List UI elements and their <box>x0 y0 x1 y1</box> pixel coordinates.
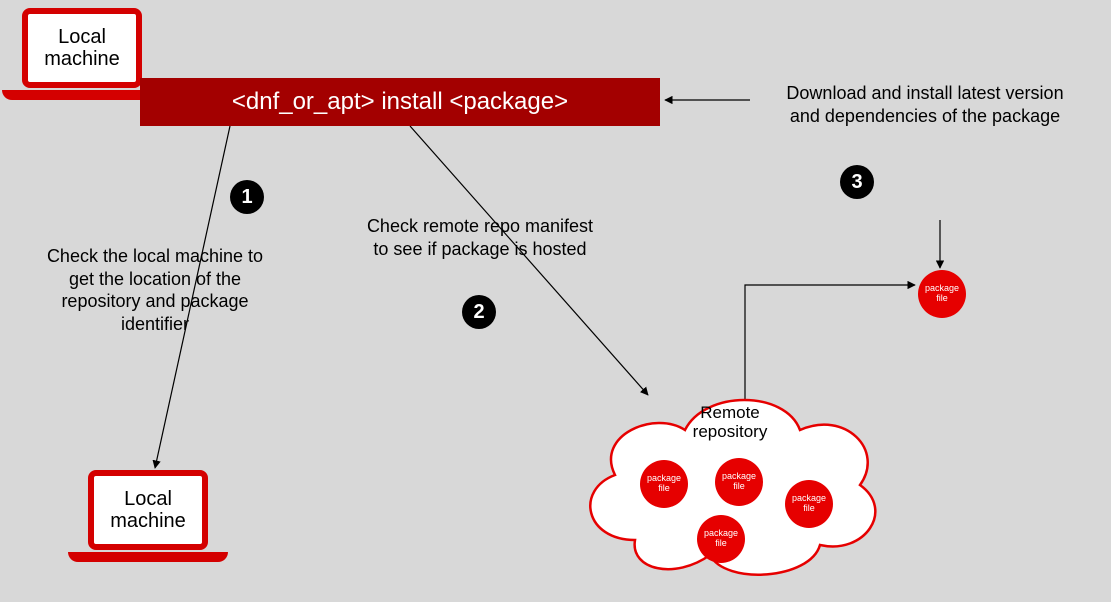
package-file-1: package file <box>640 460 688 508</box>
laptop-bottom-screen: Local machine <box>88 470 208 550</box>
command-text: <dnf_or_apt> install <package> <box>232 88 568 116</box>
remote-repo-cloud: Remote repository package file package f… <box>575 380 885 580</box>
laptop-top-label: Local machine <box>44 26 120 70</box>
step-2-text: Check remote repo manifest to see if pac… <box>360 215 600 260</box>
step-1-circle: 1 <box>230 180 264 214</box>
laptop-bottom-base <box>68 552 228 562</box>
cloud-label: Remote repository <box>575 404 885 441</box>
step-3-circle: 3 <box>840 165 874 199</box>
package-file-2: package file <box>715 458 763 506</box>
step-2-circle: 2 <box>462 295 496 329</box>
laptop-bottom-label: Local machine <box>110 488 186 532</box>
step-3-text: Download and install latest version and … <box>780 82 1070 127</box>
step-2-number: 2 <box>473 301 484 324</box>
package-file-3: package file <box>785 480 833 528</box>
laptop-bottom: Local machine <box>88 470 228 562</box>
step-1-number: 1 <box>241 186 252 209</box>
package-file-4-label: package file <box>704 529 738 549</box>
command-bar: <dnf_or_apt> install <package> <box>140 78 660 126</box>
laptop-top-base <box>2 90 162 100</box>
step-1-text: Check the local machine to get the locat… <box>40 245 270 335</box>
package-file-4: package file <box>697 515 745 563</box>
package-file-3-label: package file <box>792 494 826 514</box>
package-file-2-label: package file <box>722 472 756 492</box>
laptop-top-screen: Local machine <box>22 8 142 88</box>
package-file-external-label: package file <box>925 284 959 304</box>
step-3-number: 3 <box>851 171 862 194</box>
package-file-external: package file <box>918 270 966 318</box>
package-file-1-label: package file <box>647 474 681 494</box>
